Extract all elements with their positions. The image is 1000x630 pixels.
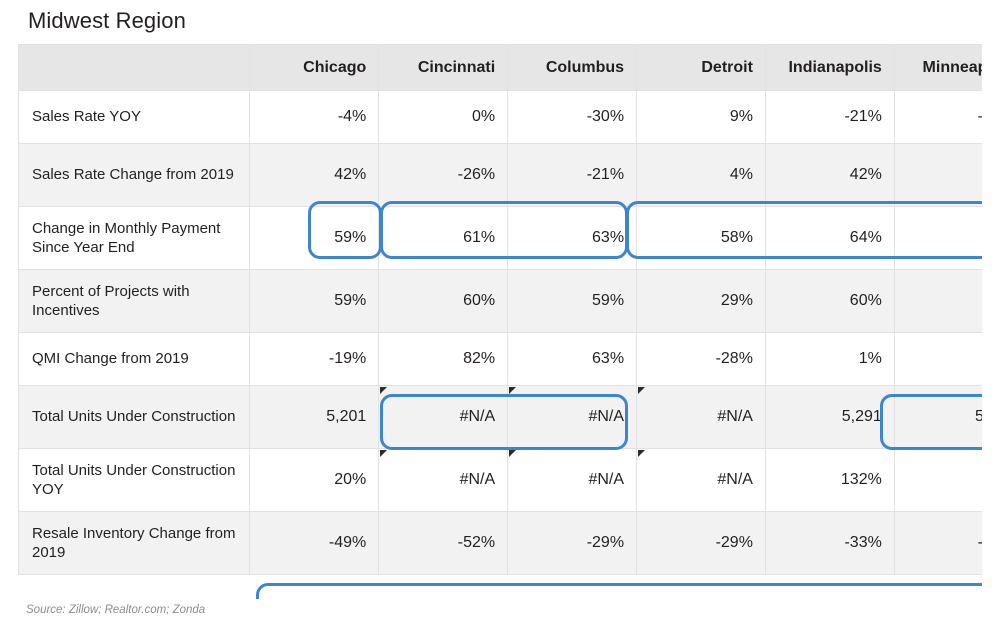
table-row: Change in Monthly Payment Since Year End… bbox=[18, 206, 982, 270]
cell-total-units-under-construction-yoy-indianapolis[interactable]: 132% bbox=[764, 448, 895, 512]
cell-qmi-change-from-2019-chicago[interactable]: -19% bbox=[249, 332, 380, 386]
cell-sales-rate-change-from-2019-columbus[interactable]: -21% bbox=[507, 143, 638, 207]
cell-percent-of-projects-with-incentives-minneapolis[interactable]: 44% bbox=[893, 269, 982, 333]
cell-resale-inventory-change-from-2019-minneapolis[interactable]: -37% bbox=[893, 511, 982, 575]
cell-sales-rate-change-from-2019-cincinnati[interactable]: -26% bbox=[378, 143, 509, 207]
header-row: Chicago Cincinnati Columbus Detroit Indi… bbox=[18, 44, 982, 91]
cell-change-in-monthly-payment-since-year-end-minneapolis[interactable]: 55% bbox=[893, 206, 982, 270]
table-row: Total Units Under Construction 5,201 #N/A #… bbox=[18, 385, 982, 449]
cell-qmi-change-from-2019-detroit[interactable]: -28% bbox=[636, 332, 766, 386]
cell-percent-of-projects-with-incentives-cincinnati[interactable]: 60% bbox=[378, 269, 509, 333]
cell-qmi-change-from-2019-cincinnati[interactable]: 82% bbox=[378, 332, 509, 386]
highlight-resale-inventory-all bbox=[256, 583, 982, 599]
cell-change-in-monthly-payment-since-year-end-indianapolis[interactable]: 64% bbox=[764, 206, 895, 270]
cell-resale-inventory-change-from-2019-cincinnati[interactable]: -52% bbox=[378, 511, 509, 575]
row-label-sales-rate-yoy: Sales Rate YOY bbox=[18, 90, 251, 144]
cell-percent-of-projects-with-incentives-indianapolis[interactable]: 60% bbox=[764, 269, 895, 333]
table-header: Chicago Cincinnati Columbus Detroit Indi… bbox=[18, 44, 982, 91]
cell-sales-rate-yoy-chicago[interactable]: -4% bbox=[249, 90, 380, 144]
column-header-indianapolis[interactable]: Indianapolis bbox=[764, 44, 895, 91]
row-label-total-units-under-construction: Total Units Under Construction bbox=[18, 385, 251, 449]
cell-total-units-under-construction-yoy-minneapolis[interactable]: 80% bbox=[893, 448, 982, 512]
cell-change-in-monthly-payment-since-year-end-detroit[interactable]: 58% bbox=[636, 206, 766, 270]
cell-total-units-under-construction-columbus[interactable]: #N/A bbox=[507, 385, 638, 449]
cell-sales-rate-change-from-2019-indianapolis[interactable]: 42% bbox=[764, 143, 895, 207]
column-header-detroit[interactable]: Detroit bbox=[636, 44, 766, 91]
cell-total-units-under-construction-minneapolis[interactable]: 5,785 bbox=[893, 385, 982, 449]
table-row: Sales Rate Change from 2019 42% -26% -21% 4%… bbox=[18, 143, 982, 207]
cell-sales-rate-yoy-cincinnati[interactable]: 0% bbox=[378, 90, 509, 144]
cell-qmi-change-from-2019-indianapolis[interactable]: 1% bbox=[764, 332, 895, 386]
header-corner-cell bbox=[18, 44, 251, 91]
table-row: Resale Inventory Change from 2019 -49% -52… bbox=[18, 511, 982, 575]
cell-sales-rate-change-from-2019-minneapolis[interactable]: 2% bbox=[893, 143, 982, 207]
cell-sales-rate-yoy-indianapolis[interactable]: -21% bbox=[764, 90, 895, 144]
column-header-columbus[interactable]: Columbus bbox=[507, 44, 638, 91]
metrics-table: Chicago Cincinnati Columbus Detroit Indi… bbox=[18, 44, 982, 575]
column-header-chicago[interactable]: Chicago bbox=[249, 44, 380, 91]
row-label-sales-rate-change-from-2019: Sales Rate Change from 2019 bbox=[18, 143, 251, 207]
cell-total-units-under-construction-yoy-columbus[interactable]: #N/A bbox=[507, 448, 638, 512]
cell-sales-rate-yoy-detroit[interactable]: 9% bbox=[636, 90, 766, 144]
cell-total-units-under-construction-yoy-chicago[interactable]: 20% bbox=[249, 448, 380, 512]
cell-change-in-monthly-payment-since-year-end-cincinnati[interactable]: 61% bbox=[378, 206, 509, 270]
row-label-percent-of-projects-with-incentives: Percent of Projects with Incentives bbox=[18, 269, 251, 333]
row-label-total-units-under-construction-yoy: Total Units Under Construction YOY bbox=[18, 448, 251, 512]
cell-percent-of-projects-with-incentives-detroit[interactable]: 29% bbox=[636, 269, 766, 333]
cell-change-in-monthly-payment-since-year-end-columbus[interactable]: 63% bbox=[507, 206, 638, 270]
cell-percent-of-projects-with-incentives-chicago[interactable]: 59% bbox=[249, 269, 380, 333]
column-header-minneapolis[interactable]: Minneapolis bbox=[893, 44, 982, 91]
source-note: Source: Zillow; Realtor.com; Zonda bbox=[26, 604, 206, 616]
cell-total-units-under-construction-cincinnati[interactable]: #N/A bbox=[378, 385, 509, 449]
cell-total-units-under-construction-yoy-cincinnati[interactable]: #N/A bbox=[378, 448, 509, 512]
cell-total-units-under-construction-indianapolis[interactable]: 5,291 bbox=[764, 385, 895, 449]
table-row: Total Units Under Construction YOY 20% #N/… bbox=[18, 448, 982, 512]
metrics-table-container: Chicago Cincinnati Columbus Detroit Indi… bbox=[18, 44, 982, 599]
cell-qmi-change-from-2019-columbus[interactable]: 63% bbox=[507, 332, 638, 386]
cell-sales-rate-yoy-columbus[interactable]: -30% bbox=[507, 90, 638, 144]
page-title: Midwest Region bbox=[28, 8, 186, 33]
cell-percent-of-projects-with-incentives-columbus[interactable]: 59% bbox=[507, 269, 638, 333]
cell-total-units-under-construction-chicago[interactable]: 5,201 bbox=[249, 385, 380, 449]
column-header-cincinnati[interactable]: Cincinnati bbox=[378, 44, 509, 91]
row-label-change-in-monthly-payment-since-year-end: Change in Monthly Payment Since Year End bbox=[18, 206, 251, 270]
table-body: Sales Rate YOY-4%0%-30%9%-21%-21%Sales R… bbox=[18, 90, 982, 575]
cell-resale-inventory-change-from-2019-detroit[interactable]: -29% bbox=[636, 511, 766, 575]
cell-sales-rate-change-from-2019-detroit[interactable]: 4% bbox=[636, 143, 766, 207]
cell-change-in-monthly-payment-since-year-end-chicago[interactable]: 59% bbox=[249, 206, 380, 270]
cell-total-units-under-construction-yoy-detroit[interactable]: #N/A bbox=[636, 448, 766, 512]
row-label-resale-inventory-change-from-2019: Resale Inventory Change from 2019 bbox=[18, 511, 251, 575]
table-row: Percent of Projects with Incentives 59% 60… bbox=[18, 269, 982, 333]
cell-sales-rate-yoy-minneapolis[interactable]: -21% bbox=[893, 90, 982, 144]
cell-total-units-under-construction-detroit[interactable]: #N/A bbox=[636, 385, 766, 449]
table-row: QMI Change from 2019-19%82%63%-28%1%50% bbox=[18, 332, 982, 386]
row-label-qmi-change-from-2019: QMI Change from 2019 bbox=[18, 332, 251, 386]
report-page: Midwest Region Chicago Cincinnati Columb… bbox=[0, 0, 1000, 630]
table-row: Sales Rate YOY-4%0%-30%9%-21%-21% bbox=[18, 90, 982, 144]
cell-qmi-change-from-2019-minneapolis[interactable]: 50% bbox=[893, 332, 982, 386]
cell-resale-inventory-change-from-2019-columbus[interactable]: -29% bbox=[507, 511, 638, 575]
cell-sales-rate-change-from-2019-chicago[interactable]: 42% bbox=[249, 143, 380, 207]
cell-resale-inventory-change-from-2019-chicago[interactable]: -49% bbox=[249, 511, 380, 575]
cell-resale-inventory-change-from-2019-indianapolis[interactable]: -33% bbox=[764, 511, 895, 575]
